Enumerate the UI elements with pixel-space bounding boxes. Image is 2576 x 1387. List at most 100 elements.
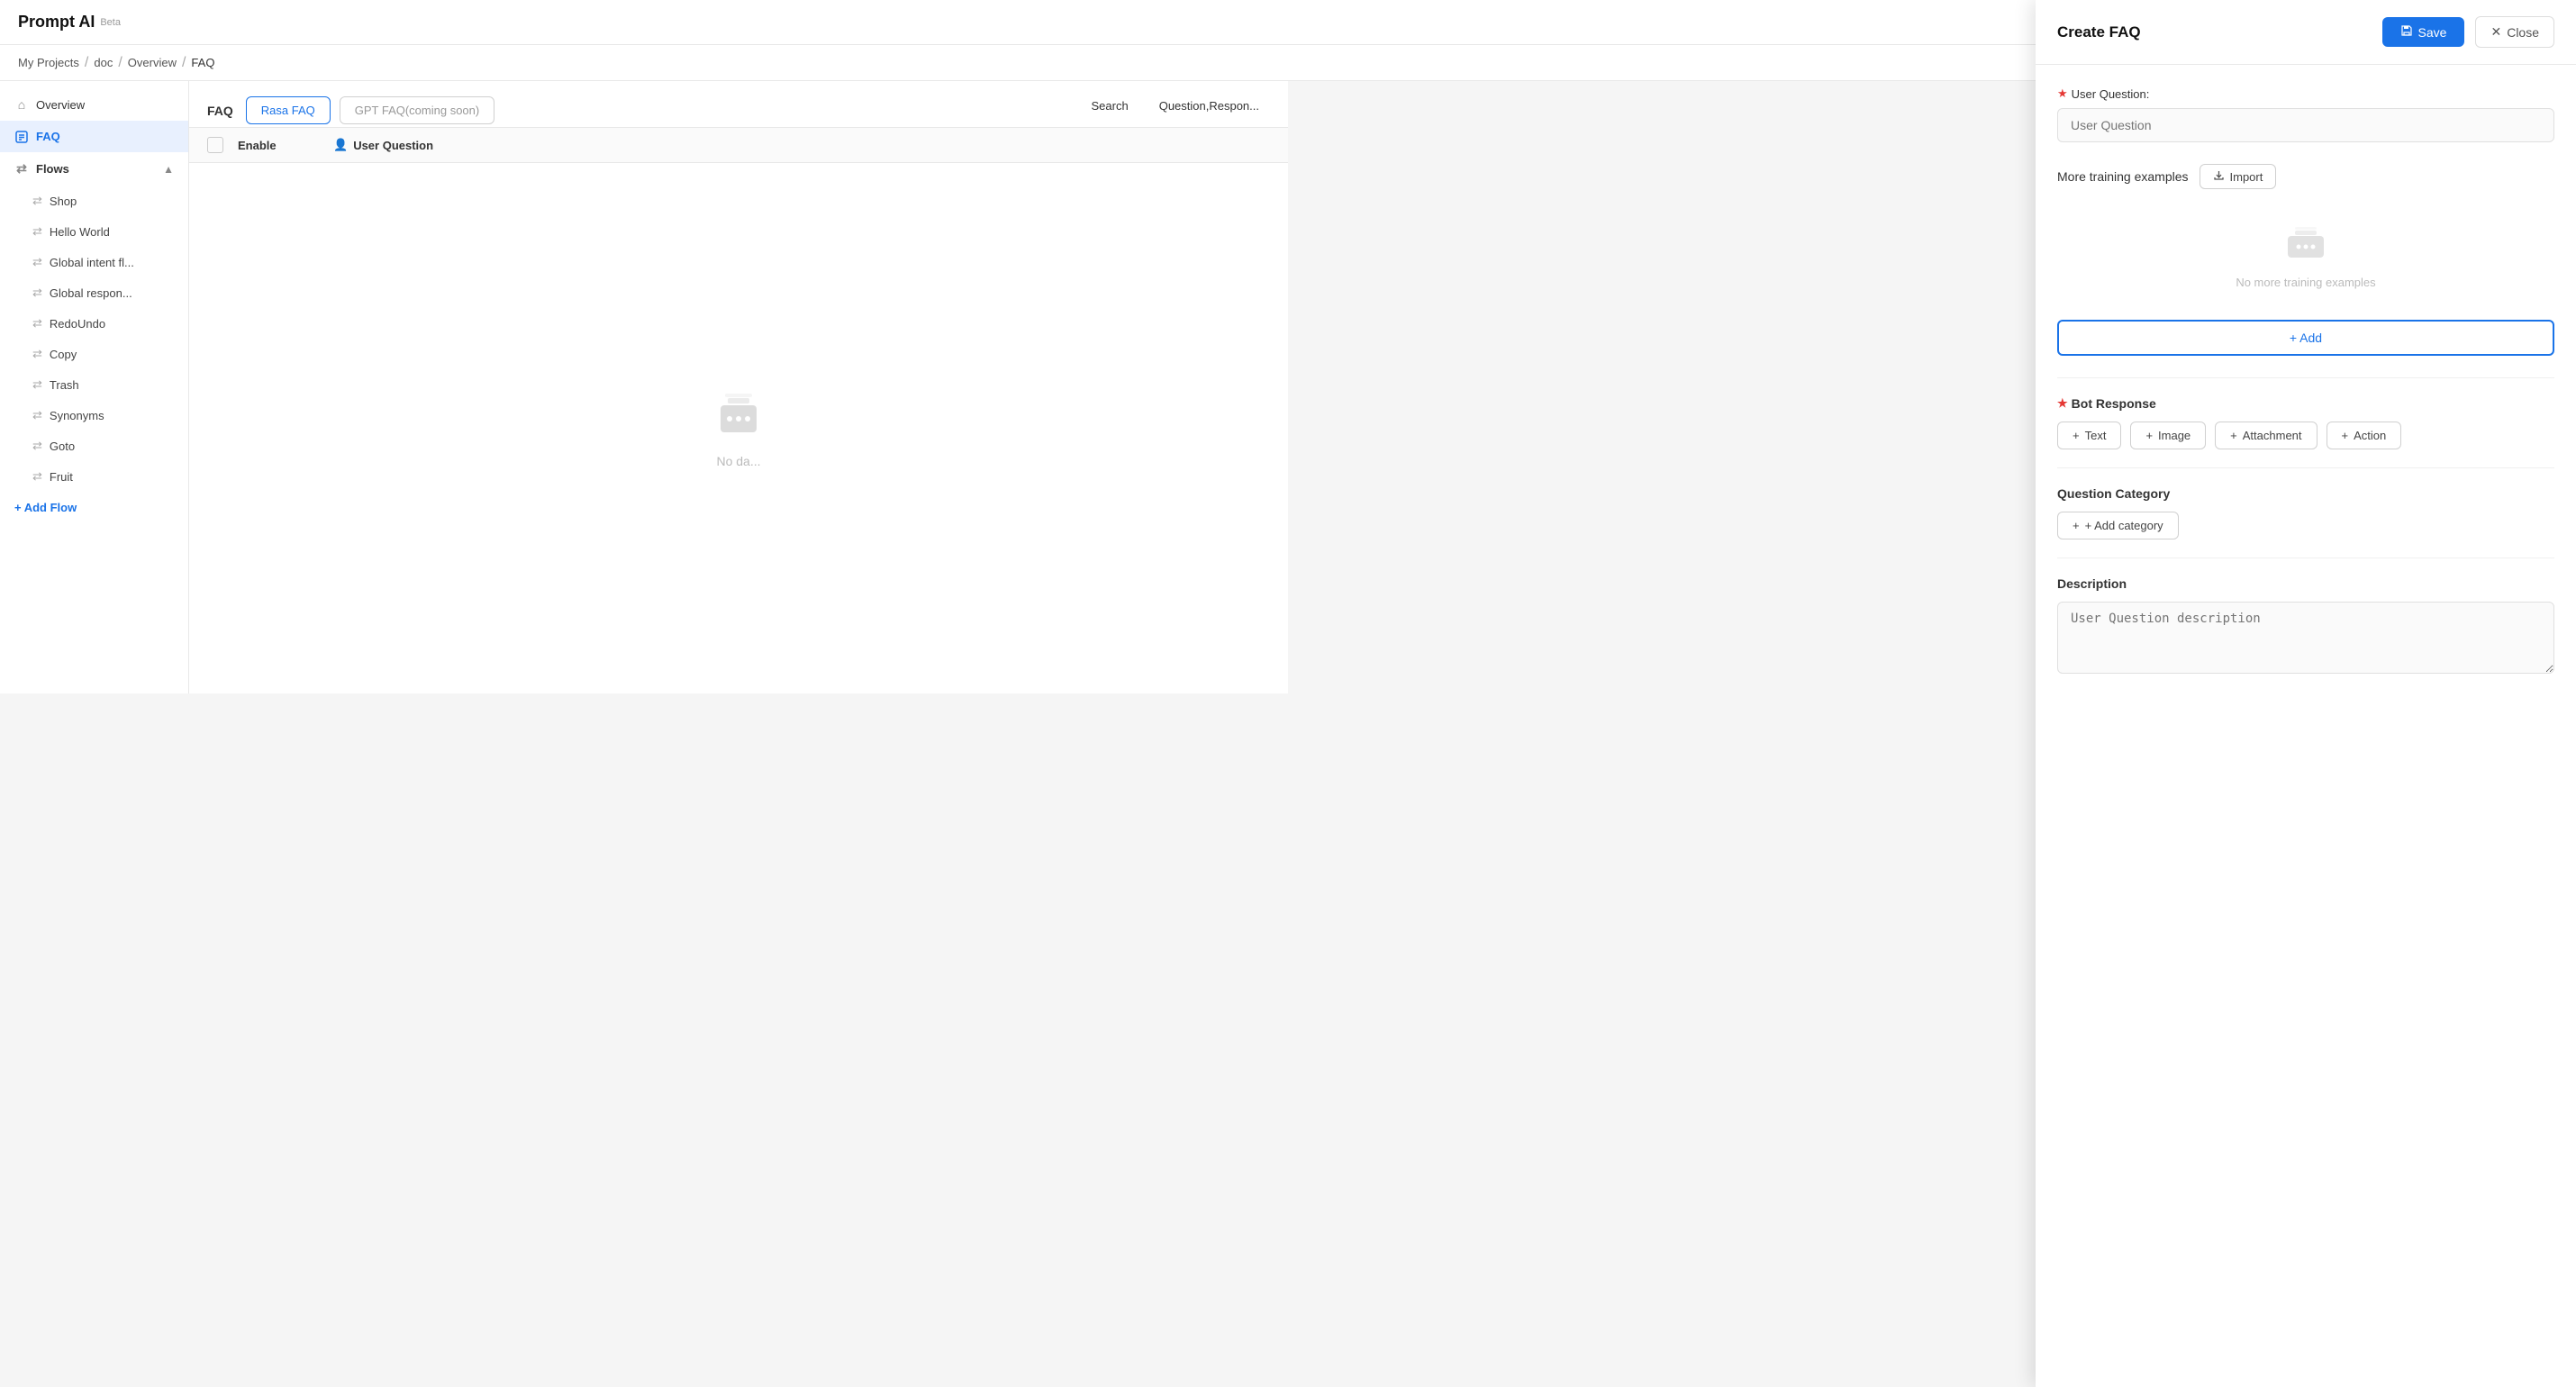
import-label: Import [2230,170,2263,184]
bot-response-label-text: Bot Response [2072,396,2156,411]
sidebar-faq-label: FAQ [36,130,60,143]
panel-header: Create FAQ Save ✕ Close [2036,0,2576,65]
sidebar-flows-section[interactable]: ⇄ Flows ▲ [0,152,188,186]
training-header: More training examples Import [2057,164,2554,189]
sidebar-item-overview[interactable]: ⌂ Overview [0,88,188,121]
empty-state-icon [712,389,766,443]
training-empty-icon [2284,223,2327,267]
sidebar-overview-label: Overview [36,98,85,112]
divider [2057,377,2554,378]
sidebar-fruit-label: Fruit [50,470,73,484]
select-all-checkbox[interactable] [207,137,223,153]
breadcrumb-faq[interactable]: FAQ [191,56,214,69]
description-label: Description [2057,576,2554,591]
col-question: 👤 User Question [333,138,1270,152]
add-example-button[interactable]: + Add [2057,320,2554,356]
flow-node-icon: ⇄ [32,194,42,208]
panel-title: Create FAQ [2057,23,2372,41]
import-icon [2213,169,2225,184]
plus-icon: + [2230,429,2237,442]
sidebar-item-synonyms[interactable]: ⇄ Synonyms [0,400,188,431]
sidebar-goto-label: Goto [50,440,75,453]
no-examples-text: No more training examples [2236,276,2375,289]
sidebar-synonyms-label: Synonyms [50,409,104,422]
sidebar-item-trash[interactable]: ⇄ Trash [0,369,188,400]
close-icon: ✕ [2490,24,2501,40]
question-response-button[interactable]: Question,Respon... [1148,94,1270,118]
add-attachment-button[interactable]: + Attachment [2215,422,2317,449]
save-button[interactable]: Save [2382,17,2465,47]
main-layout: ⌂ Overview FAQ ⇄ Flows ▲ ⇄ Shop [0,81,1288,694]
sidebar-redoundo-label: RedoUndo [50,317,105,331]
question-category-section: Question Category + + Add category [2057,486,2554,539]
faq-icon [14,131,29,143]
sidebar-item-global-intent[interactable]: ⇄ Global intent fl... [0,247,188,277]
sidebar-item-goto[interactable]: ⇄ Goto [0,431,188,461]
flow-node-icon: ⇄ [32,316,42,331]
training-label: More training examples [2057,169,2189,184]
add-flow-button[interactable]: + Add Flow [0,492,188,523]
user-icon: 👤 [333,138,348,152]
create-faq-panel: Create FAQ Save ✕ Close ★ User Question:… [2036,0,2576,1387]
flow-node-icon: ⇄ [32,347,42,361]
empty-text: No da... [716,454,760,468]
faq-table-header: Enable 👤 User Question [189,128,1288,163]
breadcrumb-overview[interactable]: Overview [128,56,177,69]
required-star: ★ [2057,86,2068,101]
add-image-button[interactable]: + Image [2130,422,2206,449]
user-question-label: ★ User Question: [2057,86,2554,101]
content-area: FAQ Rasa FAQ GPT FAQ(coming soon) Search… [189,81,1288,694]
response-type-buttons: + Text + Image + Attachment + Action [2057,422,2554,449]
sidebar-item-global-respon[interactable]: ⇄ Global respon... [0,277,188,308]
home-icon: ⌂ [14,97,29,112]
panel-body: ★ User Question: More training examples … [2036,65,2576,1387]
plus-icon: + [2145,429,2153,442]
flows-icon: ⇄ [14,161,29,177]
action-label: Action [2354,429,2386,442]
sidebar-item-redoundo[interactable]: ⇄ RedoUndo [0,308,188,339]
sidebar-global-intent-label: Global intent fl... [50,256,134,269]
sidebar-hello-world-label: Hello World [50,225,110,239]
training-examples-section: More training examples Import [2057,164,2554,356]
divider-2 [2057,467,2554,468]
training-empty: No more training examples [2057,202,2554,311]
flow-node-icon: ⇄ [32,377,42,392]
description-textarea[interactable] [2057,602,2554,674]
faq-area: FAQ Rasa FAQ GPT FAQ(coming soon) Search… [189,81,1288,694]
sidebar-children: ⇄ Shop ⇄ Hello World ⇄ Global intent fl.… [0,186,188,492]
flow-node-icon: ⇄ [32,255,42,269]
save-label: Save [2418,25,2447,40]
close-label: Close [2507,25,2539,40]
faq-empty-state: No da... [189,163,1288,694]
sidebar-item-hello-world[interactable]: ⇄ Hello World [0,216,188,247]
search-button[interactable]: Search [1081,94,1139,118]
close-button[interactable]: ✕ Close [2475,16,2554,48]
required-star-response: ★ [2057,396,2068,411]
description-section: Description [2057,576,2554,678]
add-action-button[interactable]: + Action [2327,422,2402,449]
gpt-faq-tab[interactable]: GPT FAQ(coming soon) [340,96,494,124]
flow-node-icon: ⇄ [32,469,42,484]
image-label: Image [2158,429,2191,442]
app-beta: Beta [100,17,121,28]
breadcrumb-doc[interactable]: doc [94,56,113,69]
sidebar-item-faq[interactable]: FAQ [0,121,188,152]
sidebar-item-shop[interactable]: ⇄ Shop [0,186,188,216]
import-button[interactable]: Import [2200,164,2277,189]
text-label: Text [2085,429,2107,442]
sidebar-item-copy[interactable]: ⇄ Copy [0,339,188,369]
user-question-input[interactable] [2057,108,2554,142]
sidebar-item-fruit[interactable]: ⇄ Fruit [0,461,188,492]
bot-response-label: ★ Bot Response [2057,396,2554,411]
rasa-faq-tab[interactable]: Rasa FAQ [246,96,331,124]
save-icon [2400,24,2413,40]
faq-section-label: FAQ [207,104,233,118]
add-text-button[interactable]: + Text [2057,422,2121,449]
add-category-button[interactable]: + + Add category [2057,512,2179,539]
flow-node-icon: ⇄ [32,439,42,453]
flow-node-icon: ⇄ [32,224,42,239]
chevron-up-icon: ▲ [163,163,174,176]
sidebar-flows-label: Flows [36,162,69,176]
bot-response-section: ★ Bot Response + Text + Image + Attachme… [2057,396,2554,449]
breadcrumb-my-projects[interactable]: My Projects [18,56,79,69]
